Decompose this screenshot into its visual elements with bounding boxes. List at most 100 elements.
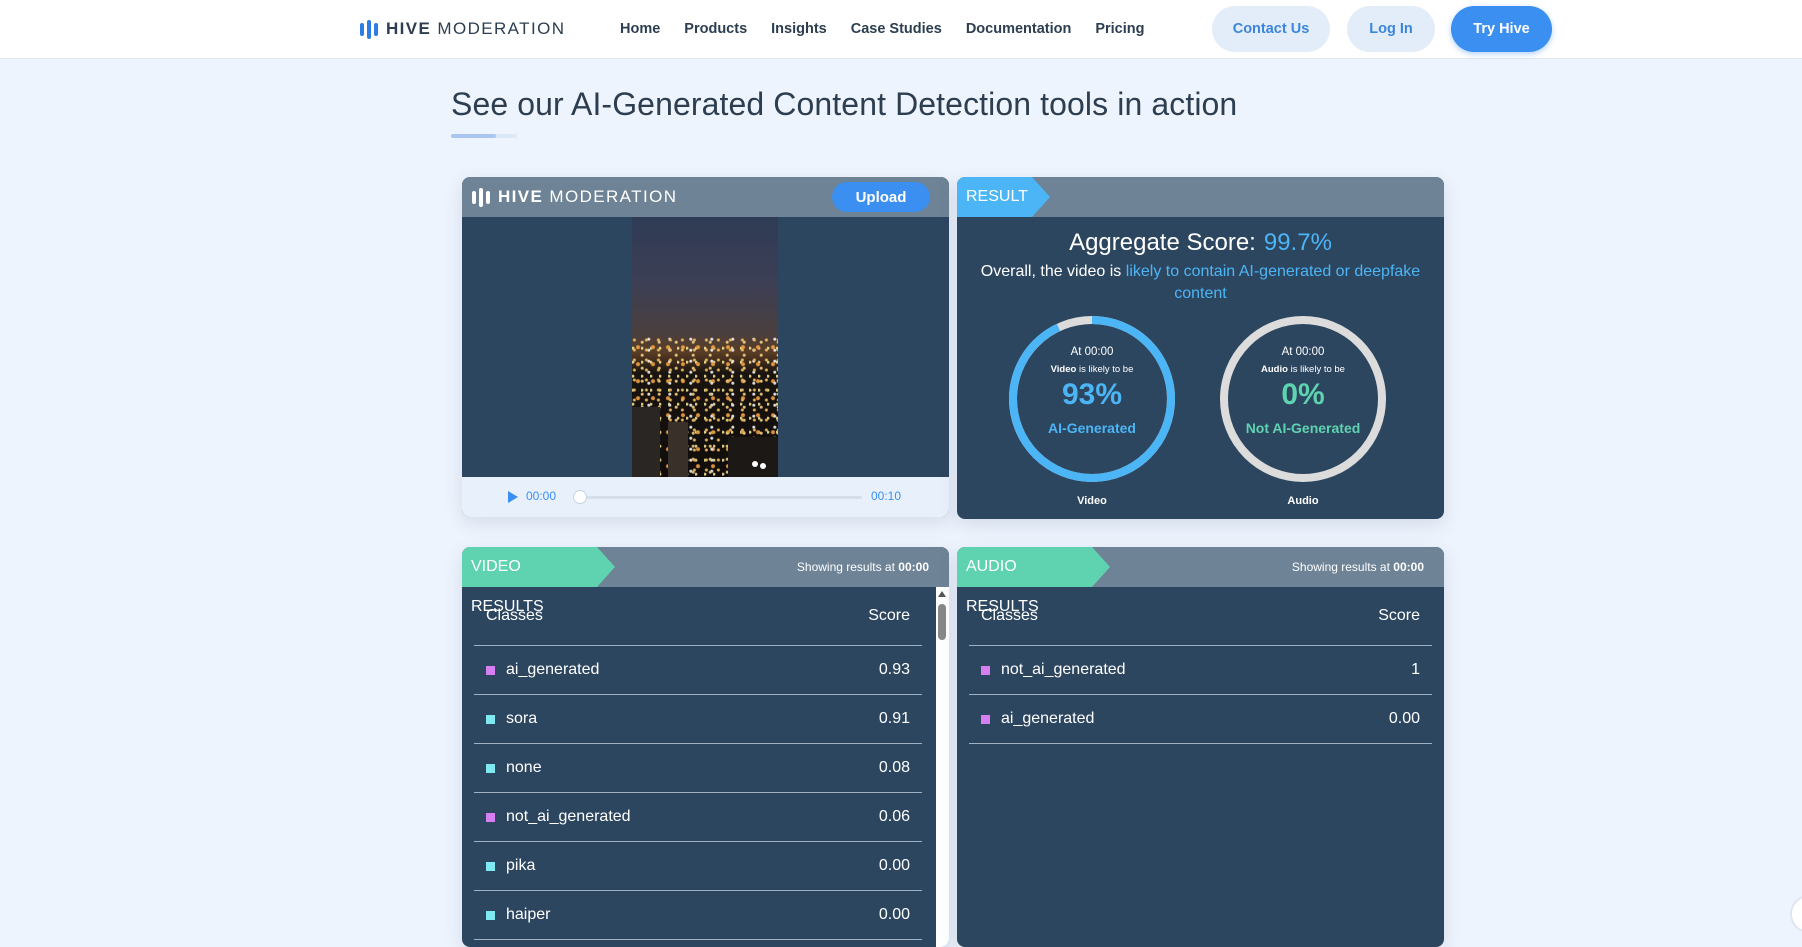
table-header: Classes Score — [969, 587, 1432, 646]
nav-link-products[interactable]: Products — [684, 21, 747, 37]
top-nav: HIVE MODERATION Home Products Insights C… — [0, 0, 1802, 59]
class-name: ai_generated — [1001, 710, 1095, 727]
class-color-swatch — [486, 714, 495, 724]
class-color-swatch — [486, 763, 495, 773]
audio-ring-label: Not AI-Generated — [1245, 420, 1361, 436]
class-color-swatch — [486, 812, 495, 822]
audio-ring-likely: is likely to be — [1290, 364, 1345, 375]
nav-link-pricing[interactable]: Pricing — [1095, 21, 1144, 37]
video-ring-percent: 93% — [1061, 378, 1123, 411]
class-score: 0.00 — [878, 906, 910, 923]
audio-results-table: Classes Score not_ai_generated 1 ai_genera… — [969, 587, 1432, 744]
class-name: not_ai_generated — [506, 808, 631, 825]
overall-verdict: Overall, the video is likely to contain … — [977, 261, 1424, 305]
audio-results-panel: AUDIO RESULTS Showing results at 00:00 C… — [957, 547, 1444, 947]
try-hive-button[interactable]: Try Hive — [1451, 6, 1552, 52]
hive-logo[interactable]: HIVE MODERATION — [360, 19, 565, 39]
player-logo-light: MODERATION — [549, 187, 678, 206]
audio-ring-percent: 0% — [1281, 378, 1325, 411]
video-ring-label: AI-Generated — [1048, 420, 1136, 436]
audio-results-tag: AUDIO RESULTS — [957, 547, 1110, 615]
class-score: 0.00 — [1388, 710, 1420, 727]
result-tag: RESULT — [957, 177, 1050, 217]
class-color-swatch — [486, 910, 495, 920]
col-score: Score — [1378, 607, 1420, 624]
audio-ring-caption: Audio — [1287, 495, 1319, 507]
class-color-swatch — [486, 665, 495, 675]
aggregate-value: 99.7% — [1263, 229, 1332, 256]
class-name: pika — [506, 857, 536, 874]
video-results-tag: VIDEO RESULTS — [462, 547, 615, 615]
video-score-ring: At 00:00 Video is likely to be 93% AI-Ge… — [1007, 314, 1177, 484]
video-results-header: VIDEO RESULTS Showing results at 00:00 — [462, 547, 949, 615]
contact-us-button[interactable]: Contact Us — [1212, 6, 1330, 52]
player-logo-bold: HIVE — [498, 187, 544, 206]
class-name: not_ai_generated — [1001, 661, 1126, 678]
page-title: See our AI-Generated Content Detection t… — [451, 86, 1238, 122]
table-row: ai_generated 0.93 — [474, 646, 922, 695]
audio-results-header: AUDIO RESULTS Showing results at 00:00 — [957, 547, 1444, 615]
nav-links: Home Products Insights Case Studies Docu… — [620, 0, 1169, 58]
class-name: none — [506, 759, 542, 776]
table-row: sora 0.91 — [474, 695, 922, 744]
scroll-up-icon[interactable] — [938, 591, 946, 597]
nav-link-case-studies[interactable]: Case Studies — [851, 21, 942, 37]
class-color-swatch — [981, 714, 990, 724]
logo-light-text: MODERATION — [437, 19, 566, 38]
video-ring-time: At 00:00 — [1070, 346, 1114, 358]
col-score: Score — [868, 607, 910, 624]
video-showing-results: Showing results at 00:00 — [796, 560, 929, 574]
table-row: pika 0.00 — [474, 842, 922, 891]
aggregate-label: Aggregate Score: — [1069, 229, 1256, 256]
table-header: Classes Score — [474, 587, 922, 646]
hive-logo-icon — [360, 19, 378, 39]
video-player-panel: HIVE MODERATION Upload 00:00 00:10 — [462, 177, 949, 517]
video-ring-caption: Video — [1077, 495, 1107, 507]
audio-ring-time: At 00:00 — [1281, 346, 1325, 358]
video-ring-likely: is likely to be — [1078, 364, 1134, 375]
class-name: sora — [506, 710, 538, 727]
col-classes: Classes — [486, 607, 543, 624]
corner-widget[interactable] — [1790, 895, 1802, 933]
table-row: not_ai_generated 0.06 — [474, 793, 922, 842]
duration-time: 00:10 — [871, 489, 902, 503]
class-score: 0.00 — [878, 857, 910, 874]
class-name: ai_generated — [506, 661, 600, 678]
seek-bar[interactable] — [580, 496, 862, 499]
class-score: 0.91 — [878, 710, 910, 727]
nav-link-documentation[interactable]: Documentation — [966, 21, 1072, 37]
class-score: 0.93 — [878, 661, 910, 678]
class-score: 0.08 — [878, 759, 910, 776]
audio-showing-results: Showing results at 00:00 — [1291, 560, 1424, 574]
overall-prefix: Overall, the video is — [980, 263, 1122, 280]
nav-link-home[interactable]: Home — [620, 21, 660, 37]
table-row: ai_generated 0.00 — [969, 695, 1432, 744]
results-scrollbar[interactable] — [936, 587, 949, 947]
player-header: HIVE MODERATION Upload — [462, 177, 949, 217]
video-results-table: Classes Score ai_generated 0.93 sora 0.91 no… — [474, 587, 922, 940]
audio-ring-kind: Audio — [1261, 364, 1288, 375]
video-frame-city-night[interactable] — [632, 217, 778, 477]
result-header: RESULT — [957, 177, 1444, 217]
audio-score-ring: At 00:00 Audio is likely to be 0% Not AI… — [1218, 314, 1388, 484]
result-panel: RESULT Aggregate Score: 99.7% Overall, th… — [957, 177, 1444, 519]
video-showing-time: 00:00 — [898, 560, 929, 574]
current-time: 00:00 — [526, 489, 557, 503]
player-hive-logo: HIVE MODERATION — [472, 187, 677, 207]
class-name: haiper — [506, 906, 551, 923]
nav-link-insights[interactable]: Insights — [771, 21, 827, 37]
table-row: none 0.08 — [474, 744, 922, 793]
video-controls: 00:00 00:10 — [462, 477, 949, 517]
upload-button[interactable]: Upload — [832, 182, 930, 212]
video-area[interactable] — [462, 217, 949, 477]
seek-handle[interactable] — [573, 490, 587, 504]
col-classes: Classes — [981, 607, 1038, 624]
play-icon[interactable] — [508, 491, 518, 503]
logo-bold-text: HIVE — [386, 19, 432, 38]
aggregate-score: Aggregate Score: 99.7% — [957, 229, 1444, 257]
log-in-button[interactable]: Log In — [1347, 6, 1435, 52]
audio-showing-time: 00:00 — [1393, 560, 1424, 574]
class-color-swatch — [486, 861, 495, 871]
class-score: 1 — [1411, 661, 1420, 678]
scroll-thumb[interactable] — [938, 604, 946, 640]
